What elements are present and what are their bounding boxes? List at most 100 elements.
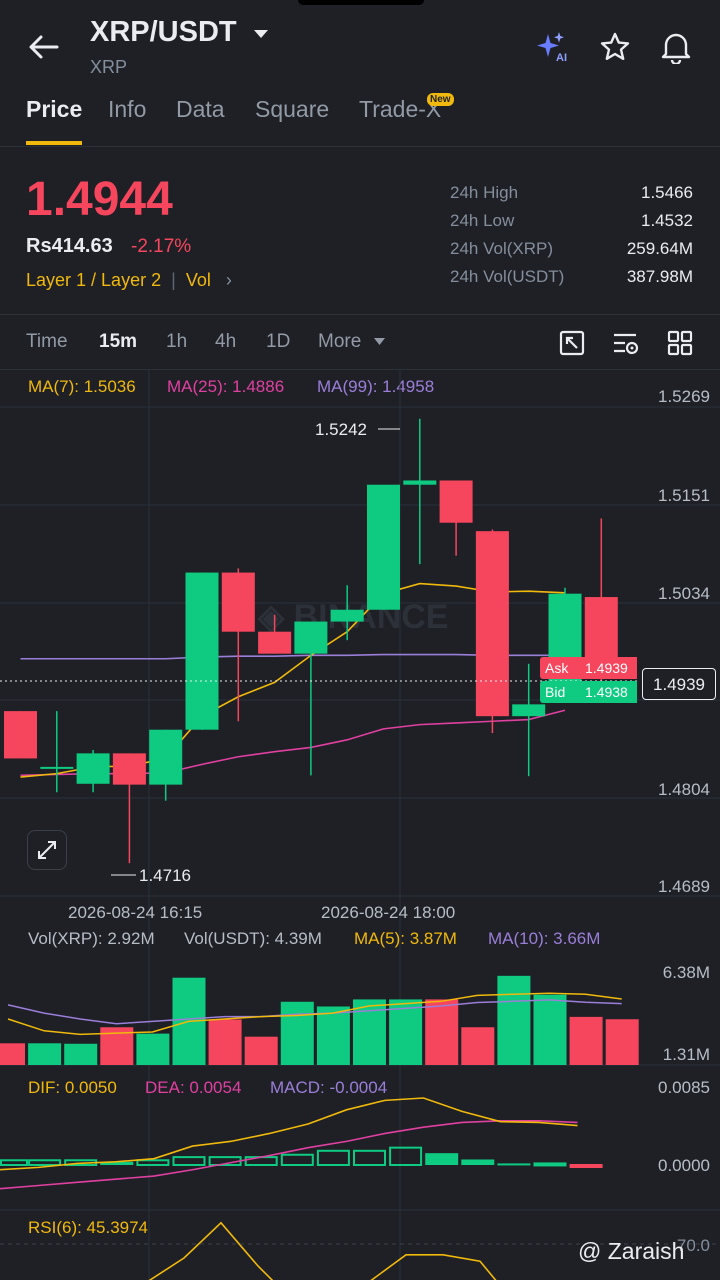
volume-bar [425,999,459,1065]
chart-grid [0,370,720,1280]
price-tick: 1.5034 [658,584,710,603]
active-tab-underline [26,141,82,145]
stat-label: 24h High [450,183,519,202]
divider [0,146,720,147]
price-change: -2.17% [131,236,192,257]
last-price: 1.4944 [26,173,173,226]
new-badge: New [427,93,454,106]
volume-bar [497,975,531,1065]
rsi-line [148,1221,497,1280]
tag-vol[interactable]: Vol [186,270,211,290]
bell-icon[interactable] [660,30,692,64]
candle-body [221,572,255,632]
volume-bar [316,1006,350,1065]
tf-1d[interactable]: 1D [266,331,290,353]
low-price-label: 1.4716 [139,866,191,885]
stat-value: 259.64M [626,239,693,258]
expand-icon [38,841,56,859]
candle-body [258,631,292,654]
macd-hist-bar [461,1159,495,1165]
chevron-down-icon[interactable] [373,337,386,346]
candle-body [76,753,110,784]
fiat-price: Rs414.63 [26,235,113,257]
tf-1h[interactable]: 1h [166,331,187,353]
tag-layer[interactable]: Layer 1 / Layer 2 [26,270,161,290]
fullscreen-chart-icon[interactable] [558,329,586,357]
tab-bar: Price Info Data Square Trade-X New [0,93,720,146]
bid-tag: Bid 1.4938 [540,681,637,703]
tf-more[interactable]: More [318,331,361,353]
candle-body [439,480,473,523]
tab-info[interactable]: Info [108,96,146,123]
expand-chart-button[interactable] [27,830,67,870]
macd-hist-bar [497,1163,531,1166]
volume-bar [208,1019,242,1065]
grid-layout-icon[interactable] [666,329,694,357]
macd-hist-bar [280,1153,314,1166]
macd-tick: 0.0000 [658,1156,710,1175]
dif-legend: DIF: 0.0050 [28,1078,117,1097]
candle-body [294,621,328,654]
macd-hist-bar [569,1164,603,1168]
camera-notch [298,0,424,5]
bid-value: 1.4938 [585,684,628,700]
pair-title[interactable]: XRP/USDT [90,16,237,49]
volume-bar [28,1043,62,1065]
stat-label: 24h Vol(USDT) [450,267,565,286]
vol-usdt-legend: Vol(USDT): 4.39M [184,929,322,948]
candle-body [4,711,37,759]
chart-settings-icon[interactable] [611,329,641,357]
volume-bar [64,1043,98,1065]
candle-body [403,480,437,485]
macd-hist-bar [316,1149,350,1167]
tab-square[interactable]: Square [255,96,329,123]
back-arrow-icon[interactable] [28,34,60,60]
vol-ma10-legend: MA(10): 3.66M [488,929,601,948]
stat-value: 387.98M [626,267,693,286]
tab-price[interactable]: Price [26,96,82,123]
tf-4h[interactable]: 4h [215,331,236,353]
user-watermark: @ Zaraish [578,1238,685,1264]
stat-value: 1.5466 [641,183,693,202]
tf-time[interactable]: Time [26,331,68,353]
macd-tick: 0.0085 [658,1078,710,1097]
volume-bar [136,1033,170,1065]
macd-hist-bar [136,1159,170,1167]
volume-bar [0,1043,25,1065]
ask-value: 1.4939 [585,660,628,676]
macd-hist-bar [389,1146,423,1166]
vol-ma5-legend: MA(5): 3.87M [354,929,457,948]
macd-hist-bar [28,1159,62,1167]
high-price-label: 1.5242 [315,420,367,439]
candle-body [475,531,509,717]
time-label: 2026-08-24 16:15 [68,903,203,922]
star-icon[interactable] [599,31,631,63]
vol-xrp-legend: Vol(XRP): 2.92M [28,929,155,948]
volume-bar [244,1036,278,1065]
stat-value: 1.4532 [641,211,693,230]
candle-body [330,609,364,622]
kline-chart[interactable]: ◈ BINANCE [0,370,720,1280]
candle-body [112,753,146,785]
bid-label: Bid [545,684,566,700]
pair-subtitle: XRP [90,57,128,77]
ask-tag: Ask 1.4939 [540,657,637,679]
stat-label: 24h Low [450,211,515,230]
tab-data[interactable]: Data [176,96,225,123]
candle-body [367,484,400,610]
price-tick: 1.4804 [658,780,710,799]
vol-tick: 6.38M [662,963,710,982]
candle-body [149,729,183,785]
divider [0,314,720,315]
macd-hist-bar [353,1149,386,1167]
tf-15m[interactable]: 15m [99,331,137,353]
candle-body [185,572,219,730]
volume-bar [280,1001,314,1065]
chevron-down-icon[interactable] [253,28,269,40]
category-tags[interactable]: Layer 1 / Layer 2 | Vol › [26,270,232,291]
macd-legend: MACD: -0.0004 [270,1078,388,1097]
ask-label: Ask [545,660,569,676]
volume-bar [569,1016,603,1065]
ai-sparkle-icon[interactable]: AI [536,30,572,64]
price-tick: 1.4689 [658,877,710,896]
